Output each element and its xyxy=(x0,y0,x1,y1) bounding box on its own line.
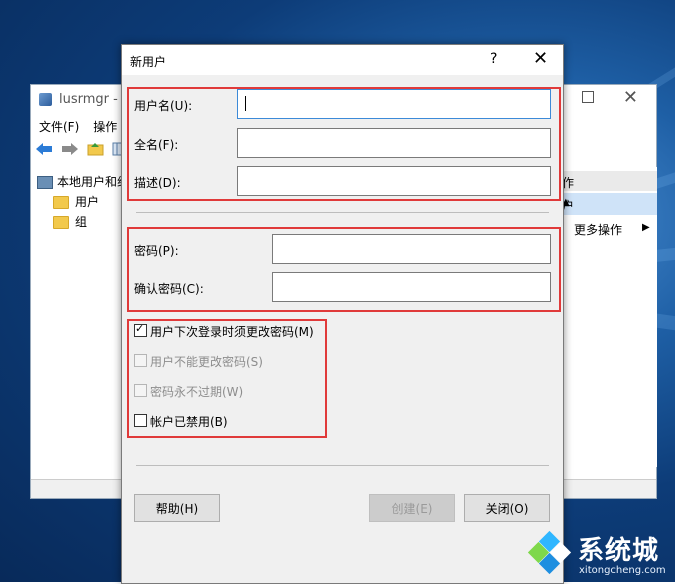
more-actions[interactable]: 更多操作 ▶ xyxy=(574,221,650,238)
computer-icon xyxy=(37,176,53,189)
watermark-url: xitongcheng.com xyxy=(579,565,666,576)
close-icon[interactable]: ✕ xyxy=(623,87,638,108)
confirm-password-label: 确认密码(C): xyxy=(134,282,204,296)
option-label: 帐户已禁用(B) xyxy=(150,415,228,429)
close-icon[interactable]: ✕ xyxy=(533,48,548,69)
password-input[interactable] xyxy=(272,234,551,264)
dialog-titlebar: 新用户 ? ✕ xyxy=(122,45,563,75)
actions-selected-section[interactable]: 户 ▲ xyxy=(562,193,657,215)
collapse-triangle-icon[interactable]: ▲ xyxy=(562,197,649,208)
menu-action[interactable]: 操作 xyxy=(93,120,117,134)
more-actions-label: 更多操作 xyxy=(574,223,623,237)
maximize-icon[interactable] xyxy=(582,91,594,103)
up-folder-icon[interactable] xyxy=(87,142,105,156)
checkbox-checked[interactable] xyxy=(134,322,147,337)
watermark-brand: 系统城 xyxy=(578,536,660,566)
menu-file[interactable]: 文件(F) xyxy=(39,120,79,134)
divider xyxy=(136,212,549,213)
help-icon[interactable]: ? xyxy=(490,51,497,67)
new-user-dialog: 新用户 ? ✕ 用户名(U): 全名(F): 描述(D): 密码(P): 确认密… xyxy=(121,44,564,584)
tree-item-label: 用户 xyxy=(75,195,100,209)
option-label: 密码永不过期(W) xyxy=(150,385,244,399)
option-label: 用户不能更改密码(S) xyxy=(150,355,263,369)
close-button[interactable]: 关闭(O) xyxy=(464,494,550,522)
divider xyxy=(136,465,549,466)
lusrmgr-toolbar xyxy=(35,141,134,163)
lusrmgr-menubar: 文件(F) 操作 xyxy=(39,118,131,135)
description-input[interactable] xyxy=(237,166,551,196)
site-watermark: 系统城 xitongcheng.com xyxy=(523,528,675,582)
folder-icon xyxy=(53,196,69,209)
tree-item-groups[interactable]: 组 xyxy=(53,213,87,230)
checkbox-unchecked[interactable] xyxy=(134,414,147,427)
mmc-app-icon xyxy=(39,93,52,106)
tree-root[interactable]: 本地用户和组 xyxy=(37,173,129,190)
back-arrow-icon[interactable] xyxy=(35,142,53,156)
tree-item-users[interactable]: 用户 xyxy=(53,193,99,210)
text-caret xyxy=(245,96,246,111)
confirm-password-input[interactable] xyxy=(272,272,551,302)
fullname-label: 全名(F): xyxy=(134,138,179,152)
tree-item-label: 组 xyxy=(75,215,88,229)
submenu-arrow-icon: ▶ xyxy=(642,222,650,233)
actions-header: 作 xyxy=(562,171,657,191)
create-button: 创建(E) xyxy=(369,494,455,522)
description-label: 描述(D): xyxy=(134,176,181,190)
fullname-input[interactable] xyxy=(237,128,551,158)
option-label: 用户下次登录时须更改密码(M) xyxy=(150,325,314,339)
folder-icon xyxy=(53,216,69,229)
tree-root-label: 本地用户和组 xyxy=(57,175,130,189)
password-label: 密码(P): xyxy=(134,244,179,258)
lusrmgr-title: lusrmgr - [ xyxy=(59,92,128,107)
dialog-title: 新用户 xyxy=(130,55,167,69)
checkbox-disabled xyxy=(134,384,147,397)
username-input[interactable] xyxy=(237,89,551,119)
username-label: 用户名(U): xyxy=(134,99,193,113)
help-button[interactable]: 帮助(H) xyxy=(134,494,220,522)
forward-arrow-icon[interactable] xyxy=(61,142,79,156)
actions-pane: 作 户 ▲ 更多操作 ▶ xyxy=(561,167,657,467)
checkbox-disabled xyxy=(134,354,147,367)
